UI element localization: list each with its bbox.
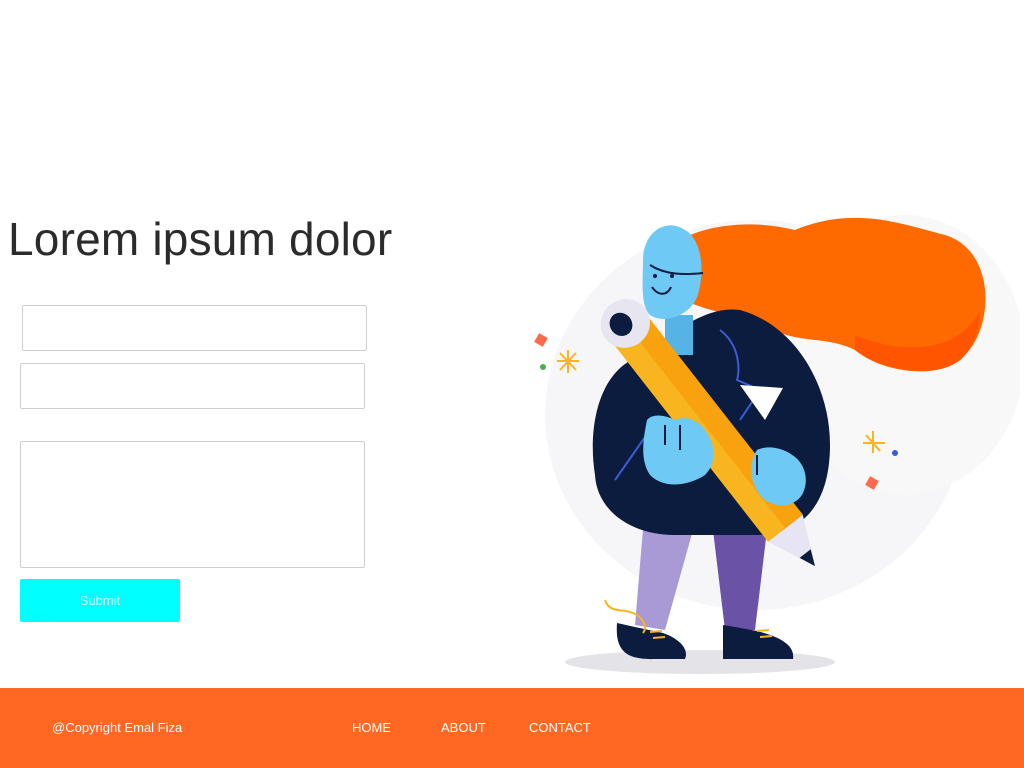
email-field[interactable] bbox=[20, 363, 365, 409]
submit-button[interactable]: Submit bbox=[20, 579, 180, 622]
footer: @Copyright Emal Fiza HOME ABOUT CONTACT bbox=[0, 688, 1024, 768]
nav-link-contact[interactable]: CONTACT bbox=[529, 720, 591, 735]
copyright-text: @Copyright Emal Fiza bbox=[52, 720, 183, 735]
message-field[interactable] bbox=[20, 441, 365, 568]
page-title: Lorem ipsum dolor bbox=[8, 213, 393, 265]
nav-link-about[interactable]: ABOUT bbox=[441, 720, 486, 735]
nav-link-home[interactable]: HOME bbox=[352, 720, 391, 735]
page: Lorem ipsum dolor Submit @Copyright Emal… bbox=[0, 0, 1024, 768]
woman-with-pencil-illustration bbox=[534, 215, 1020, 674]
name-field[interactable] bbox=[22, 305, 367, 351]
